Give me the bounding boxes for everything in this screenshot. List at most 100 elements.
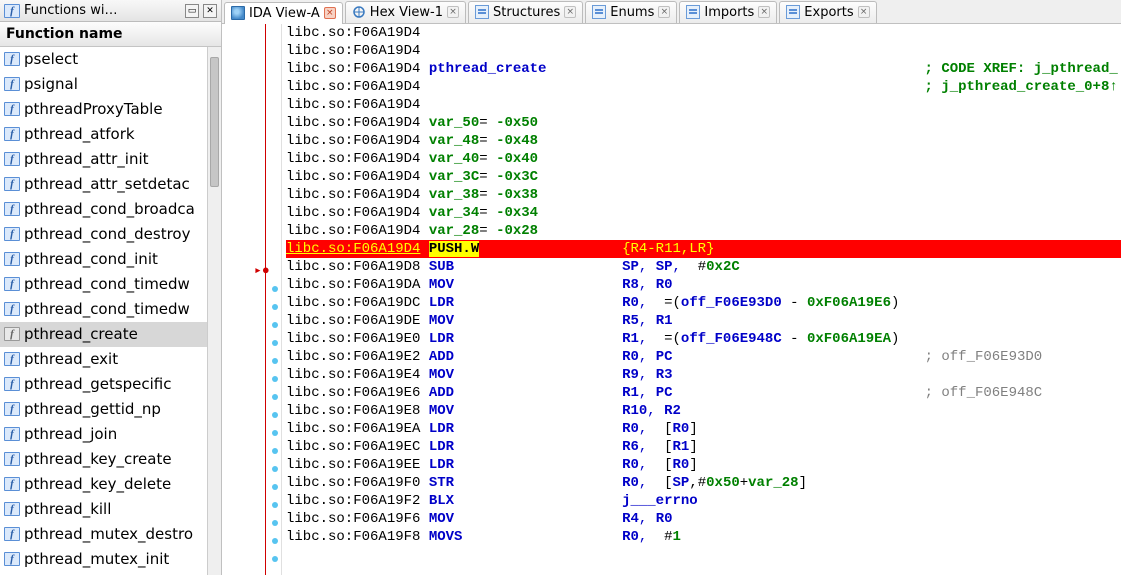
- disasm-line[interactable]: libc.so:F06A19E2 ADD R0, PC ; off_F06E93…: [286, 348, 1121, 366]
- line-marker[interactable]: [272, 484, 278, 490]
- functions-column-header[interactable]: Function name: [0, 22, 221, 47]
- disasm-line[interactable]: libc.so:F06A19D4 var_38= -0x38: [286, 186, 1121, 204]
- disasm-line[interactable]: libc.so:F06A19DC LDR R0, =(off_F06E93D0 …: [286, 294, 1121, 312]
- disasm-line[interactable]: libc.so:F06A19DA MOV R8, R0: [286, 276, 1121, 294]
- disasm-line[interactable]: libc.so:F06A19DE MOV R5, R1: [286, 312, 1121, 330]
- line-marker[interactable]: [272, 538, 278, 544]
- hex-icon: [352, 5, 366, 19]
- disasm-line[interactable]: libc.so:F06A19EA LDR R0, [R0]: [286, 420, 1121, 438]
- tab-hex-view-1[interactable]: Hex View-1×: [345, 1, 466, 23]
- line-marker[interactable]: [272, 340, 278, 346]
- line-marker[interactable]: [272, 556, 278, 562]
- disasm-line[interactable]: libc.so:F06A19F2 BLX j___errno: [286, 492, 1121, 510]
- line-marker[interactable]: [272, 412, 278, 418]
- line-marker[interactable]: [272, 304, 278, 310]
- function-row[interactable]: fpthread_key_create: [0, 447, 221, 472]
- function-row[interactable]: fpthread_kill: [0, 497, 221, 522]
- line-marker[interactable]: [272, 502, 278, 508]
- tab-enums[interactable]: Enums×: [585, 1, 677, 23]
- tab-close-button[interactable]: ×: [324, 7, 336, 19]
- function-row[interactable]: fpselect: [0, 47, 221, 72]
- function-label: pthread_gettid_np: [24, 400, 161, 418]
- disasm-line[interactable]: libc.so:F06A19D8 SUB SP, SP, #0x2C: [286, 258, 1121, 276]
- disasm-line[interactable]: libc.so:F06A19EE LDR R0, [R0]: [286, 456, 1121, 474]
- disasm-line[interactable]: libc.so:F06A19D4: [286, 42, 1121, 60]
- line-marker[interactable]: [272, 430, 278, 436]
- functions-scrollbar[interactable]: [207, 47, 221, 575]
- function-label: pselect: [24, 50, 78, 68]
- function-row[interactable]: fpthread_key_delete: [0, 472, 221, 497]
- disasm-code[interactable]: libc.so:F06A19D4libc.so:F06A19D4libc.so:…: [282, 24, 1121, 575]
- disassembly-view[interactable]: ▸● libc.so:F06A19D4libc.so:F06A19D4libc.…: [222, 24, 1121, 575]
- disasm-line[interactable]: libc.so:F06A19E6 ADD R1, PC ; off_F06E94…: [286, 384, 1121, 402]
- disasm-line[interactable]: libc.so:F06A19E0 LDR R1, =(off_F06E948C …: [286, 330, 1121, 348]
- scrollbar-thumb[interactable]: [210, 57, 219, 187]
- disasm-line[interactable]: libc.so:F06A19D4 var_34= -0x34: [286, 204, 1121, 222]
- function-icon: f: [4, 302, 20, 316]
- function-row[interactable]: fpthread_atfork: [0, 122, 221, 147]
- line-marker[interactable]: [272, 394, 278, 400]
- function-icon: f: [4, 227, 20, 241]
- line-marker[interactable]: [272, 286, 278, 292]
- function-label: pthread_join: [24, 425, 117, 443]
- function-row[interactable]: fpthread_cond_timedw: [0, 272, 221, 297]
- disasm-line[interactable]: libc.so:F06A19E8 MOV R10, R2: [286, 402, 1121, 420]
- tab-imports[interactable]: Imports×: [679, 1, 777, 23]
- disasm-line[interactable]: libc.so:F06A19D4: [286, 96, 1121, 114]
- function-row[interactable]: fpthread_getspecific: [0, 372, 221, 397]
- function-label: pthread_mutex_init: [24, 550, 169, 568]
- disasm-line[interactable]: libc.so:F06A19D4 ; j_pthread_create_0+8↑: [286, 78, 1121, 96]
- line-marker[interactable]: [272, 466, 278, 472]
- detach-button[interactable]: ▭: [185, 4, 199, 18]
- line-marker[interactable]: [272, 358, 278, 364]
- function-row[interactable]: fpsignal: [0, 72, 221, 97]
- disasm-line[interactable]: libc.so:F06A19EC LDR R6, [R1]: [286, 438, 1121, 456]
- disasm-line[interactable]: libc.so:F06A19D4 var_28= -0x28: [286, 222, 1121, 240]
- disasm-line[interactable]: libc.so:F06A19D4 pthread_create ; CODE X…: [286, 60, 1121, 78]
- disasm-line[interactable]: libc.so:F06A19D4 var_40= -0x40: [286, 150, 1121, 168]
- function-label: pthread_create: [24, 325, 138, 343]
- disasm-line[interactable]: libc.so:F06A19D4 PUSH.W {R4-R11,LR}: [286, 240, 1121, 258]
- line-marker[interactable]: [272, 322, 278, 328]
- function-icon: f: [4, 352, 20, 366]
- tab-bar: IDA View-A×Hex View-1×Structures×Enums×I…: [222, 0, 1121, 24]
- function-row[interactable]: fpthreadProxyTable: [0, 97, 221, 122]
- function-row[interactable]: fpthread_attr_setdetac: [0, 172, 221, 197]
- function-icon: f: [4, 252, 20, 266]
- function-row[interactable]: fpthread_gettid_np: [0, 397, 221, 422]
- disasm-line[interactable]: libc.so:F06A19D4 var_48= -0x48: [286, 132, 1121, 150]
- disasm-line[interactable]: libc.so:F06A19F6 MOV R4, R0: [286, 510, 1121, 528]
- function-row[interactable]: fpthread_exit: [0, 347, 221, 372]
- function-row[interactable]: fpthread_cond_init: [0, 247, 221, 272]
- tab-exports[interactable]: Exports×: [779, 1, 876, 23]
- function-row[interactable]: fpthread_join: [0, 422, 221, 447]
- function-icon: f: [4, 77, 20, 91]
- tab-close-button[interactable]: ×: [564, 6, 576, 18]
- tab-close-button[interactable]: ×: [758, 6, 770, 18]
- tab-close-button[interactable]: ×: [447, 6, 459, 18]
- disasm-line[interactable]: libc.so:F06A19F8 MOVS R0, #1: [286, 528, 1121, 546]
- line-marker[interactable]: [272, 448, 278, 454]
- disasm-line[interactable]: libc.so:F06A19F0 STR R0, [SP,#0x50+var_2…: [286, 474, 1121, 492]
- tab-structures[interactable]: Structures×: [468, 1, 583, 23]
- function-row[interactable]: fpthread_create: [0, 322, 221, 347]
- tab-close-button[interactable]: ×: [658, 6, 670, 18]
- tab-ida-view-a[interactable]: IDA View-A×: [224, 2, 343, 24]
- disasm-line[interactable]: libc.so:F06A19D4 var_50= -0x50: [286, 114, 1121, 132]
- disasm-line[interactable]: libc.so:F06A19E4 MOV R9, R3: [286, 366, 1121, 384]
- disasm-line[interactable]: libc.so:F06A19D4: [286, 24, 1121, 42]
- function-row[interactable]: fpthread_mutex_init: [0, 547, 221, 572]
- function-row[interactable]: fpthread_mutex_destro: [0, 522, 221, 547]
- line-marker[interactable]: [272, 520, 278, 526]
- function-row[interactable]: fpthread_cond_timedw: [0, 297, 221, 322]
- function-row[interactable]: fpthread_cond_destroy: [0, 222, 221, 247]
- function-row[interactable]: fpthread_attr_init: [0, 147, 221, 172]
- function-label: pthread_getspecific: [24, 375, 172, 393]
- line-marker[interactable]: [272, 376, 278, 382]
- disasm-icon: [231, 6, 245, 20]
- disasm-line[interactable]: libc.so:F06A19D4 var_3C= -0x3C: [286, 168, 1121, 186]
- tab-close-button[interactable]: ×: [858, 6, 870, 18]
- functions-list[interactable]: fpselectfpsignalfpthreadProxyTablefpthre…: [0, 47, 221, 575]
- close-functions-button[interactable]: ✕: [203, 4, 217, 18]
- function-row[interactable]: fpthread_cond_broadca: [0, 197, 221, 222]
